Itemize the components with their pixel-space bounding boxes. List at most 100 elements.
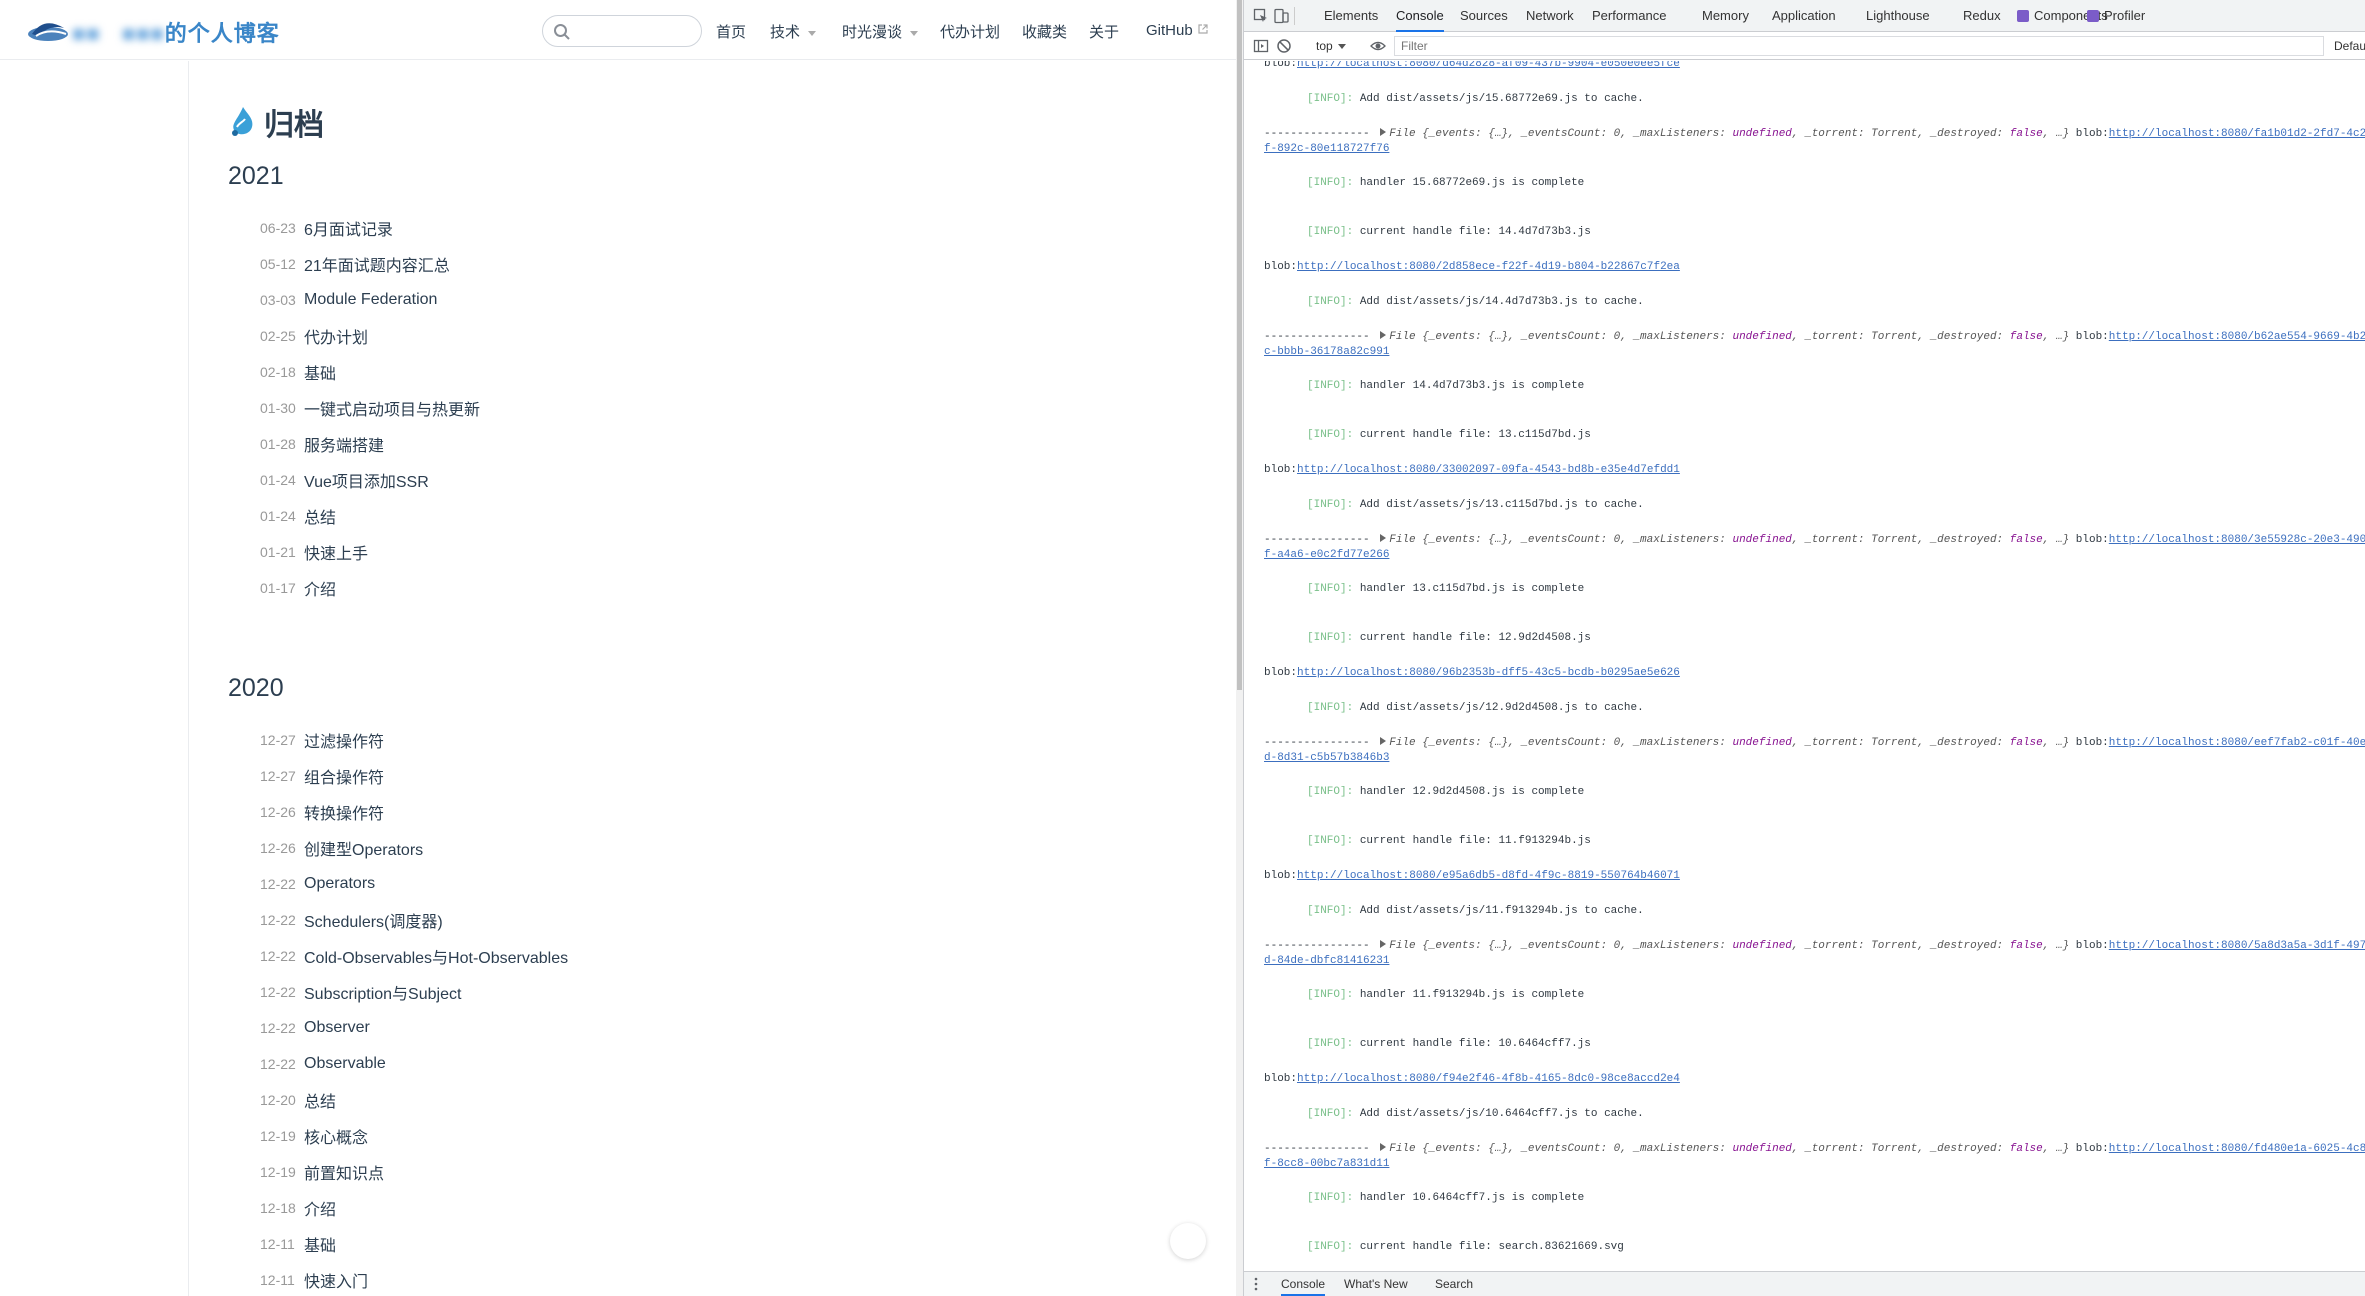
blob-link[interactable]: http://localhost:8080/e95a6db5-d8fd-4f9c… xyxy=(1297,870,1680,882)
nav-link[interactable]: GitHub xyxy=(1146,21,1208,39)
site-logo-icon[interactable] xyxy=(26,14,70,44)
chevron-down-icon xyxy=(910,30,919,36)
console-file-line[interactable]: ---------------- File {_events: {…}, _ev… xyxy=(1264,1143,2365,1155)
console-file-line[interactable]: ---------------- File {_events: {…}, _ev… xyxy=(1264,940,2365,952)
file-object-start: File {_events: {…}, _eventsCount: 0, _ma… xyxy=(1389,1143,1733,1155)
blob-link[interactable]: http://localhost:8080/3e55928c-20e3-490 xyxy=(2109,534,2365,546)
info-text: current handle file: 11.f913294b.js xyxy=(1359,835,1591,847)
post-item[interactable]: 12-19 核心概念 xyxy=(260,1118,568,1154)
back-to-top-button[interactable] xyxy=(1170,1223,1206,1259)
site-title[interactable]: ■■ ■■■的个人博客 xyxy=(72,16,280,48)
devtools-tab[interactable]: Profiler xyxy=(2087,0,2145,32)
console-file-line[interactable]: ---------------- File {_events: {…}, _ev… xyxy=(1264,534,2365,546)
console-filter-input[interactable] xyxy=(1394,36,2324,56)
device-toolbar-icon[interactable] xyxy=(1273,8,1289,24)
console-file-line[interactable]: ---------------- File {_events: {…}, _ev… xyxy=(1264,128,2365,140)
post-item[interactable]: 02-25 代办计划 xyxy=(260,318,480,354)
info-tag: [INFO]: xyxy=(1307,296,1354,308)
blob-link[interactable]: http://localhost:8080/fd480e1a-6025-4c8 xyxy=(2109,1143,2365,1155)
post-item[interactable]: 12-11 基础 xyxy=(260,1226,568,1262)
post-item[interactable]: 06-23 6月面试记录 xyxy=(260,210,480,246)
post-item[interactable]: 12-22 Cold-Observables与Hot-Observables xyxy=(260,938,568,974)
post-item[interactable]: 12-27 组合操作符 xyxy=(260,758,568,794)
devtools-tab[interactable]: Memory xyxy=(1702,0,1749,32)
expand-arrow-icon[interactable] xyxy=(1380,534,1387,542)
devtools-tab[interactable]: Network xyxy=(1526,0,1574,32)
post-item[interactable]: 12-22 Schedulers(调度器) xyxy=(260,902,568,938)
search-input[interactable] xyxy=(577,20,695,44)
blob-link-continued[interactable]: d-8d31-c5b57b3846b3 xyxy=(1264,752,1389,764)
drawer-tab[interactable]: Console xyxy=(1281,1272,1326,1296)
devtools-tab[interactable]: Redux xyxy=(1963,0,2001,32)
nav-link[interactable]: 关于 xyxy=(1089,21,1119,42)
blob-link-continued[interactable]: c-bbbb-36178a82c991 xyxy=(1264,346,1389,358)
nav-link[interactable]: 时光漫谈 xyxy=(842,21,919,42)
console-file-line[interactable]: ---------------- File {_events: {…}, _ev… xyxy=(1264,331,2365,343)
blob-link-continued[interactable]: f-a4a6-e0c2fd77e266 xyxy=(1264,549,1389,561)
expand-arrow-icon[interactable] xyxy=(1380,940,1387,948)
kw-false: false xyxy=(2009,1143,2043,1155)
post-item[interactable]: 01-24 总结 xyxy=(260,498,480,534)
post-item[interactable]: 12-22 Operators xyxy=(260,866,568,902)
post-item[interactable]: 12-22 Observer xyxy=(260,1010,568,1046)
info-tag: [INFO]: xyxy=(1307,786,1354,798)
post-item[interactable]: 12-22 Subscription与Subject xyxy=(260,974,568,1010)
page-scrollbar-thumb[interactable] xyxy=(1237,0,1242,690)
blob-link[interactable]: http://localhost:8080/d64d2828-af09-437b… xyxy=(1297,61,1680,70)
devtools-tab[interactable]: Sources xyxy=(1460,0,1508,32)
drawer-tab[interactable]: What's New xyxy=(1344,1272,1408,1296)
expand-arrow-icon[interactable] xyxy=(1380,331,1387,339)
post-item[interactable]: 01-17 介绍 xyxy=(260,570,480,606)
inspect-element-icon[interactable] xyxy=(1253,8,1269,24)
devtools-tab[interactable]: Console xyxy=(1396,0,1444,32)
post-item[interactable]: 01-30 一键式启动项目与热更新 xyxy=(260,390,480,426)
blob-link-continued[interactable]: f-892c-80e118727f76 xyxy=(1264,143,1389,155)
console-file-line[interactable]: ---------------- File {_events: {…}, _ev… xyxy=(1264,737,2365,749)
expand-arrow-icon[interactable] xyxy=(1380,737,1387,745)
blob-link[interactable]: http://localhost:8080/b62ae554-9669-4b2 xyxy=(2109,331,2365,343)
post-item[interactable]: 01-21 快速上手 xyxy=(260,534,480,570)
nav-link[interactable]: 代办计划 xyxy=(940,21,1000,42)
post-item[interactable]: 01-28 服务端搭建 xyxy=(260,426,480,462)
post-item[interactable]: 12-11 快速入门 xyxy=(260,1262,568,1296)
nav-link[interactable]: 收藏类 xyxy=(1022,21,1067,42)
eye-icon[interactable] xyxy=(1370,38,1386,54)
post-item[interactable]: 01-24 Vue项目添加SSR xyxy=(260,462,480,498)
devtools-tab[interactable]: Elements xyxy=(1324,0,1378,32)
post-item[interactable]: 12-27 过滤操作符 xyxy=(260,722,568,758)
drawer-tab[interactable]: Search xyxy=(1435,1272,1473,1296)
nav-link-label: GitHub xyxy=(1146,22,1193,39)
post-item[interactable]: 12-22 Observable xyxy=(260,1046,568,1082)
post-item[interactable]: 12-26 创建型Operators xyxy=(260,830,568,866)
nav-link[interactable]: 技术 xyxy=(770,21,817,42)
nav-link[interactable]: 首页 xyxy=(716,21,746,42)
post-item[interactable]: 12-19 前置知识点 xyxy=(260,1154,568,1190)
post-item[interactable]: 05-12 21年面试题内容汇总 xyxy=(260,246,480,282)
blob-link[interactable]: http://localhost:8080/5a8d3a5a-3d1f-497 xyxy=(2109,940,2365,952)
post-item[interactable]: 02-18 基础 xyxy=(260,354,480,390)
blob-link[interactable]: http://localhost:8080/fa1b01d2-2fd7-4c2 xyxy=(2109,128,2365,140)
sidebar-toggle-icon[interactable] xyxy=(1253,38,1269,54)
devtools-tab[interactable]: Application xyxy=(1772,0,1836,32)
context-selector[interactable]: top xyxy=(1316,37,1346,55)
clear-console-icon[interactable] xyxy=(1276,38,1292,54)
post-item[interactable]: 12-20 总结 xyxy=(260,1082,568,1118)
blob-prefix: blob: xyxy=(2075,331,2109,343)
post-item[interactable]: 12-18 介绍 xyxy=(260,1190,568,1226)
post-item[interactable]: 03-03 Module Federation xyxy=(260,282,480,318)
blob-link[interactable]: http://localhost:8080/2d858ece-f22f-4d19… xyxy=(1297,261,1680,273)
devtools-tab[interactable]: Lighthouse xyxy=(1866,0,1930,32)
post-item[interactable]: 12-26 转换操作符 xyxy=(260,794,568,830)
blob-link[interactable]: http://localhost:8080/96b2353b-dff5-43c5… xyxy=(1297,667,1680,679)
more-options-icon[interactable] xyxy=(1254,1277,1258,1291)
blob-link[interactable]: http://localhost:8080/eef7fab2-c01f-40e xyxy=(2109,737,2365,749)
expand-arrow-icon[interactable] xyxy=(1380,1143,1387,1151)
blob-link[interactable]: http://localhost:8080/f94e2f46-4f8b-4165… xyxy=(1297,1073,1680,1085)
post-title: 服务端搭建 xyxy=(304,438,385,455)
blob-link-continued[interactable]: d-84de-dbfc81416231 xyxy=(1264,955,1389,967)
expand-arrow-icon[interactable] xyxy=(1380,128,1387,136)
blob-link[interactable]: http://localhost:8080/33002097-09fa-4543… xyxy=(1297,464,1680,476)
blob-link-continued[interactable]: f-8cc8-00bc7a831d11 xyxy=(1264,1158,1389,1170)
log-levels-dropdown[interactable]: Defau xyxy=(2334,37,2365,55)
devtools-tab[interactable]: Performance xyxy=(1592,0,1666,32)
